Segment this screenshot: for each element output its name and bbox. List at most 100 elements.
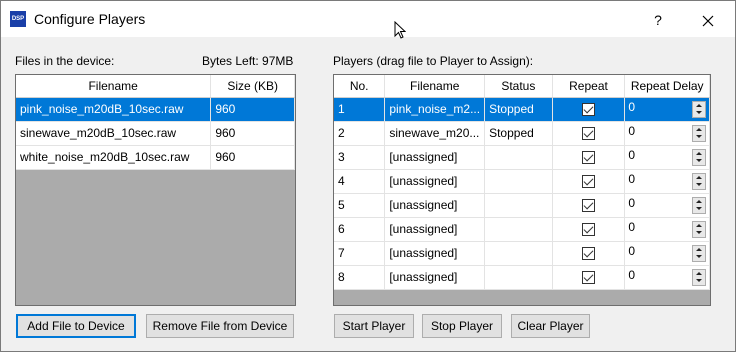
- player-repeat-cell[interactable]: [552, 97, 626, 122]
- add-file-to-device-button[interactable]: Add File to Device: [16, 314, 136, 338]
- file-size-cell[interactable]: 960: [210, 145, 295, 170]
- player-row[interactable]: 4 [unassigned] 0: [334, 169, 710, 194]
- repeat-delay-spinner[interactable]: [692, 172, 706, 190]
- start-player-button[interactable]: Start Player: [334, 314, 414, 338]
- repeat-checkbox[interactable]: [581, 175, 595, 189]
- spinner-down-icon[interactable]: [693, 133, 705, 140]
- repeat-checkbox[interactable]: [581, 271, 595, 285]
- column-header-filename[interactable]: Filename: [16, 75, 212, 98]
- player-repeat-delay-cell[interactable]: 0: [624, 241, 710, 266]
- column-header-filename[interactable]: Filename: [384, 75, 486, 98]
- repeat-delay-value[interactable]: 0: [628, 196, 635, 210]
- spinner-up-icon[interactable]: [693, 222, 705, 229]
- repeat-delay-spinner[interactable]: [692, 268, 706, 286]
- help-button[interactable]: ?: [644, 7, 672, 33]
- player-no-cell[interactable]: 2: [334, 121, 386, 146]
- player-no-cell[interactable]: 3: [334, 145, 386, 170]
- column-header-repeat[interactable]: Repeat: [552, 75, 626, 98]
- repeat-delay-spinner[interactable]: [692, 244, 706, 262]
- column-header-repeat-delay[interactable]: Repeat Delay: [624, 75, 710, 98]
- remove-file-from-device-button[interactable]: Remove File from Device: [146, 314, 294, 338]
- file-name-cell[interactable]: pink_noise_m20dB_10sec.raw: [16, 97, 212, 122]
- column-header-no[interactable]: No.: [334, 75, 386, 98]
- player-status-cell[interactable]: Stopped: [484, 121, 553, 146]
- files-grid[interactable]: Filename Size (KB) pink_noise_m20dB_10se…: [15, 74, 296, 306]
- player-filename-cell[interactable]: [unassigned]: [384, 193, 486, 218]
- player-repeat-delay-cell[interactable]: 0: [624, 145, 710, 170]
- file-row[interactable]: white_noise_m20dB_10sec.raw 960: [16, 145, 295, 170]
- repeat-delay-spinner[interactable]: [692, 220, 706, 238]
- player-status-cell[interactable]: [484, 265, 553, 290]
- repeat-delay-value[interactable]: 0: [628, 124, 635, 138]
- file-name-cell[interactable]: white_noise_m20dB_10sec.raw: [16, 145, 212, 170]
- repeat-checkbox[interactable]: [581, 103, 595, 117]
- spinner-down-icon[interactable]: [693, 229, 705, 236]
- spinner-down-icon[interactable]: [693, 181, 705, 188]
- player-repeat-delay-cell[interactable]: 0: [624, 121, 710, 146]
- player-status-cell[interactable]: [484, 193, 553, 218]
- player-row[interactable]: 6 [unassigned] 0: [334, 217, 710, 242]
- repeat-checkbox[interactable]: [581, 199, 595, 213]
- repeat-delay-value[interactable]: 0: [628, 100, 635, 114]
- player-repeat-delay-cell[interactable]: 0: [624, 97, 710, 122]
- repeat-delay-value[interactable]: 0: [628, 244, 635, 258]
- player-row[interactable]: 7 [unassigned] 0: [334, 241, 710, 266]
- player-row[interactable]: 5 [unassigned] 0: [334, 193, 710, 218]
- player-repeat-cell[interactable]: [552, 265, 626, 290]
- spinner-up-icon[interactable]: [693, 102, 705, 109]
- repeat-checkbox[interactable]: [581, 151, 595, 165]
- spinner-up-icon[interactable]: [693, 270, 705, 277]
- file-row[interactable]: sinewave_m20dB_10sec.raw 960: [16, 121, 295, 146]
- players-grid[interactable]: No. Filename Status Repeat Repeat Delay …: [333, 74, 711, 306]
- repeat-checkbox[interactable]: [581, 247, 595, 261]
- repeat-delay-spinner[interactable]: [692, 148, 706, 166]
- player-filename-cell[interactable]: [unassigned]: [384, 241, 486, 266]
- repeat-delay-spinner[interactable]: [692, 100, 706, 118]
- player-no-cell[interactable]: 5: [334, 193, 386, 218]
- player-status-cell[interactable]: [484, 169, 553, 194]
- repeat-checkbox[interactable]: [581, 223, 595, 237]
- player-row[interactable]: 8 [unassigned] 0: [334, 265, 710, 290]
- file-row[interactable]: pink_noise_m20dB_10sec.raw 960: [16, 97, 295, 122]
- clear-player-button[interactable]: Clear Player: [511, 314, 590, 338]
- player-repeat-delay-cell[interactable]: 0: [624, 217, 710, 242]
- column-header-size[interactable]: Size (KB): [210, 75, 295, 98]
- player-filename-cell[interactable]: pink_noise_m2...: [384, 97, 486, 122]
- spinner-down-icon[interactable]: [693, 109, 705, 116]
- player-no-cell[interactable]: 1: [334, 97, 386, 122]
- spinner-down-icon[interactable]: [693, 205, 705, 212]
- player-repeat-delay-cell[interactable]: 0: [624, 265, 710, 290]
- player-filename-cell[interactable]: sinewave_m20...: [384, 121, 486, 146]
- close-button[interactable]: [691, 7, 725, 33]
- repeat-delay-spinner[interactable]: [692, 124, 706, 142]
- repeat-delay-spinner[interactable]: [692, 196, 706, 214]
- spinner-up-icon[interactable]: [693, 198, 705, 205]
- player-repeat-cell[interactable]: [552, 169, 626, 194]
- player-repeat-delay-cell[interactable]: 0: [624, 169, 710, 194]
- player-repeat-cell[interactable]: [552, 121, 626, 146]
- player-status-cell[interactable]: [484, 145, 553, 170]
- player-repeat-cell[interactable]: [552, 193, 626, 218]
- file-name-cell[interactable]: sinewave_m20dB_10sec.raw: [16, 121, 212, 146]
- player-no-cell[interactable]: 8: [334, 265, 386, 290]
- player-no-cell[interactable]: 6: [334, 217, 386, 242]
- player-repeat-delay-cell[interactable]: 0: [624, 193, 710, 218]
- player-repeat-cell[interactable]: [552, 145, 626, 170]
- repeat-delay-value[interactable]: 0: [628, 148, 635, 162]
- column-header-status[interactable]: Status: [484, 75, 553, 98]
- spinner-down-icon[interactable]: [693, 277, 705, 284]
- spinner-up-icon[interactable]: [693, 246, 705, 253]
- spinner-down-icon[interactable]: [693, 157, 705, 164]
- stop-player-button[interactable]: Stop Player: [422, 314, 502, 338]
- spinner-up-icon[interactable]: [693, 174, 705, 181]
- spinner-up-icon[interactable]: [693, 126, 705, 133]
- player-filename-cell[interactable]: [unassigned]: [384, 145, 486, 170]
- repeat-delay-value[interactable]: 0: [628, 220, 635, 234]
- player-row[interactable]: 2 sinewave_m20... Stopped 0: [334, 121, 710, 146]
- player-filename-cell[interactable]: [unassigned]: [384, 265, 486, 290]
- repeat-checkbox[interactable]: [581, 127, 595, 141]
- file-size-cell[interactable]: 960: [210, 121, 295, 146]
- spinner-up-icon[interactable]: [693, 150, 705, 157]
- player-no-cell[interactable]: 7: [334, 241, 386, 266]
- player-status-cell[interactable]: Stopped: [484, 97, 553, 122]
